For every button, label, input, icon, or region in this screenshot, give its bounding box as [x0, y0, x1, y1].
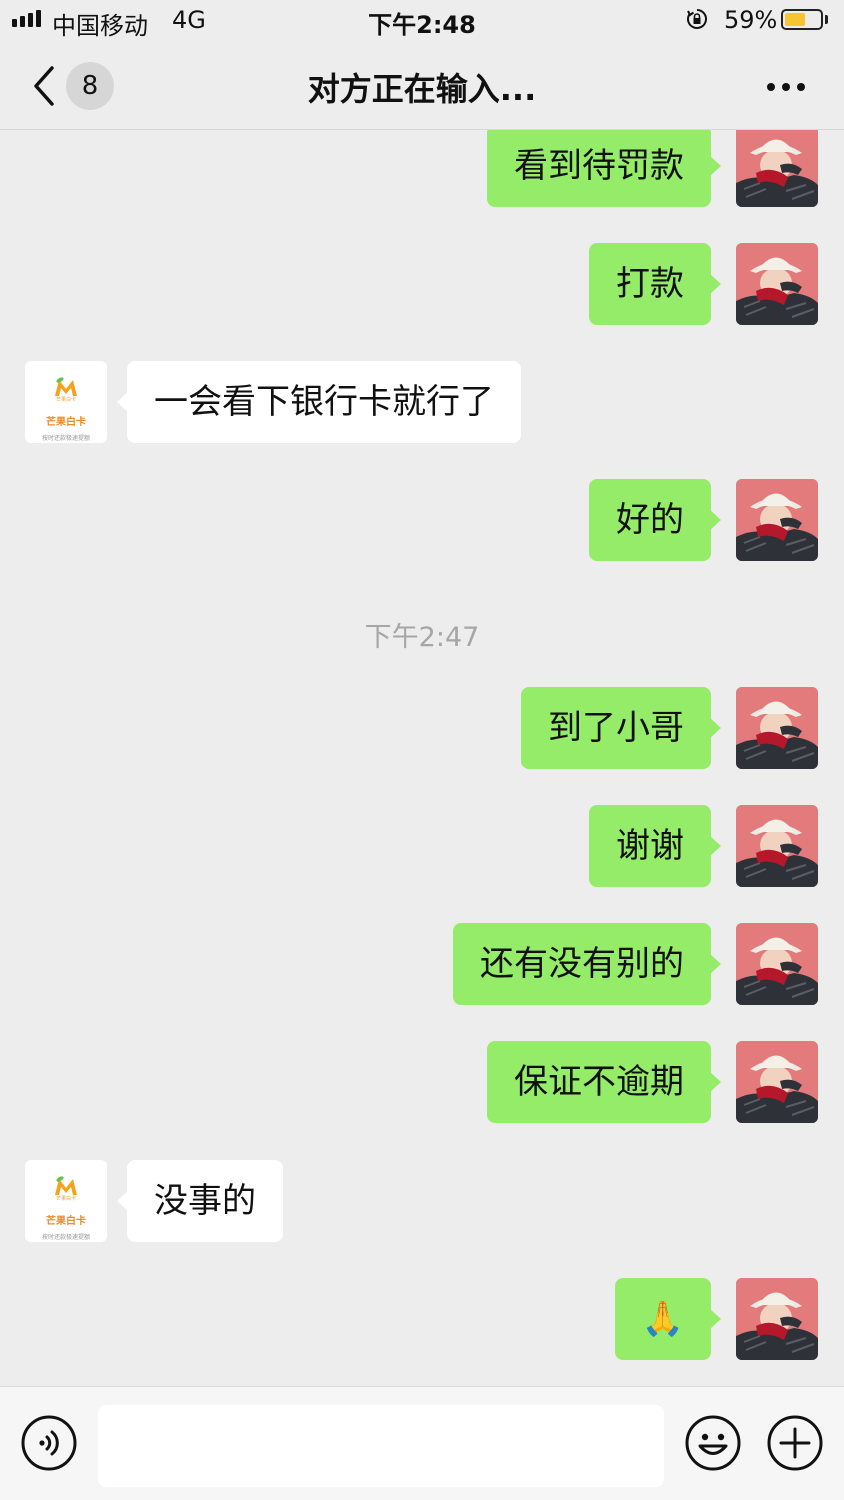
- outgoing-bubble[interactable]: 打款: [589, 243, 721, 325]
- message-input[interactable]: [98, 1405, 664, 1487]
- incoming-bubble[interactable]: 一会看下银行卡就行了: [117, 361, 521, 443]
- logo-slogan: 按时还款极速提额: [41, 1234, 90, 1241]
- message-row: 到了小哥: [0, 687, 844, 769]
- user-avatar[interactable]: [736, 243, 818, 325]
- message-timestamp: 下午2:47: [364, 622, 480, 653]
- message-row: 谢谢: [0, 805, 844, 887]
- user-avatar[interactable]: [736, 687, 818, 769]
- outgoing-bubble[interactable]: 看到待罚款: [487, 130, 721, 207]
- outgoing-bubble[interactable]: 好的: [589, 479, 721, 561]
- message-row: 打款: [0, 243, 844, 325]
- outgoing-bubble[interactable]: 谢谢: [589, 805, 721, 887]
- logo-brand-small: 芒果白卡: [55, 1196, 76, 1202]
- battery-percent: 59%: [724, 6, 778, 34]
- message-list[interactable]: 看到待罚款 打款 芒果白卡 芒果白卡 按时还款极速提额 一会看下银行卡就行了 好的 …: [0, 130, 844, 1386]
- message-row: 还有没有别的: [0, 923, 844, 1005]
- message-row: 芒果白卡 芒果白卡 按时还款极速提额 一会看下银行卡就行了: [0, 361, 844, 443]
- outgoing-bubble[interactable]: 还有没有别的: [453, 923, 721, 1005]
- voice-icon[interactable]: [21, 1415, 77, 1471]
- outgoing-bubble[interactable]: 保证不逾期: [487, 1041, 721, 1123]
- smiley-icon[interactable]: [685, 1415, 741, 1471]
- user-avatar[interactable]: [736, 923, 818, 1005]
- logo-brand-name: 芒果白卡: [46, 1216, 86, 1227]
- battery-level: [785, 13, 805, 26]
- mango-logo-icon: [55, 1176, 77, 1195]
- message-row: 芒果白卡 芒果白卡 按时还款极速提额 没事的: [0, 1160, 844, 1242]
- logo-brand-name: 芒果白卡: [46, 417, 86, 428]
- peer-avatar[interactable]: 芒果白卡 芒果白卡 按时还款极速提额: [25, 361, 107, 443]
- logo-slogan: 按时还款极速提额: [41, 435, 90, 442]
- plus-icon[interactable]: [767, 1415, 823, 1471]
- message-row: 保证不逾期: [0, 1041, 844, 1123]
- user-avatar[interactable]: [736, 805, 818, 887]
- user-avatar[interactable]: [736, 1041, 818, 1123]
- battery-icon: [781, 9, 823, 30]
- peer-avatar[interactable]: 芒果白卡 芒果白卡 按时还款极速提额: [25, 1160, 107, 1242]
- chat-header: 8 对方正在输入...: [0, 42, 844, 130]
- user-avatar[interactable]: [736, 130, 818, 207]
- outgoing-bubble[interactable]: 到了小哥: [521, 687, 721, 769]
- user-avatar[interactable]: [736, 1278, 818, 1360]
- chat-input-bar: [0, 1386, 844, 1500]
- rotation-lock-icon: [687, 9, 707, 29]
- status-bar: 中国移动 4G 下午2:48 59%: [0, 0, 844, 42]
- user-avatar[interactable]: [736, 479, 818, 561]
- chat-title: 对方正在输入...: [307, 70, 537, 108]
- ellipsis-icon[interactable]: [766, 82, 806, 92]
- message-row: 好的: [0, 479, 844, 561]
- outgoing-bubble[interactable]: 🙏: [614, 1278, 722, 1360]
- status-time: 下午2:48: [368, 11, 476, 39]
- message-row: 看到待罚款: [0, 130, 844, 207]
- logo-brand-small: 芒果白卡: [55, 397, 76, 403]
- incoming-bubble[interactable]: 没事的: [117, 1160, 283, 1242]
- battery-tip: [825, 15, 828, 24]
- message-row: 🙏: [0, 1278, 844, 1360]
- mango-logo-icon: [55, 377, 77, 396]
